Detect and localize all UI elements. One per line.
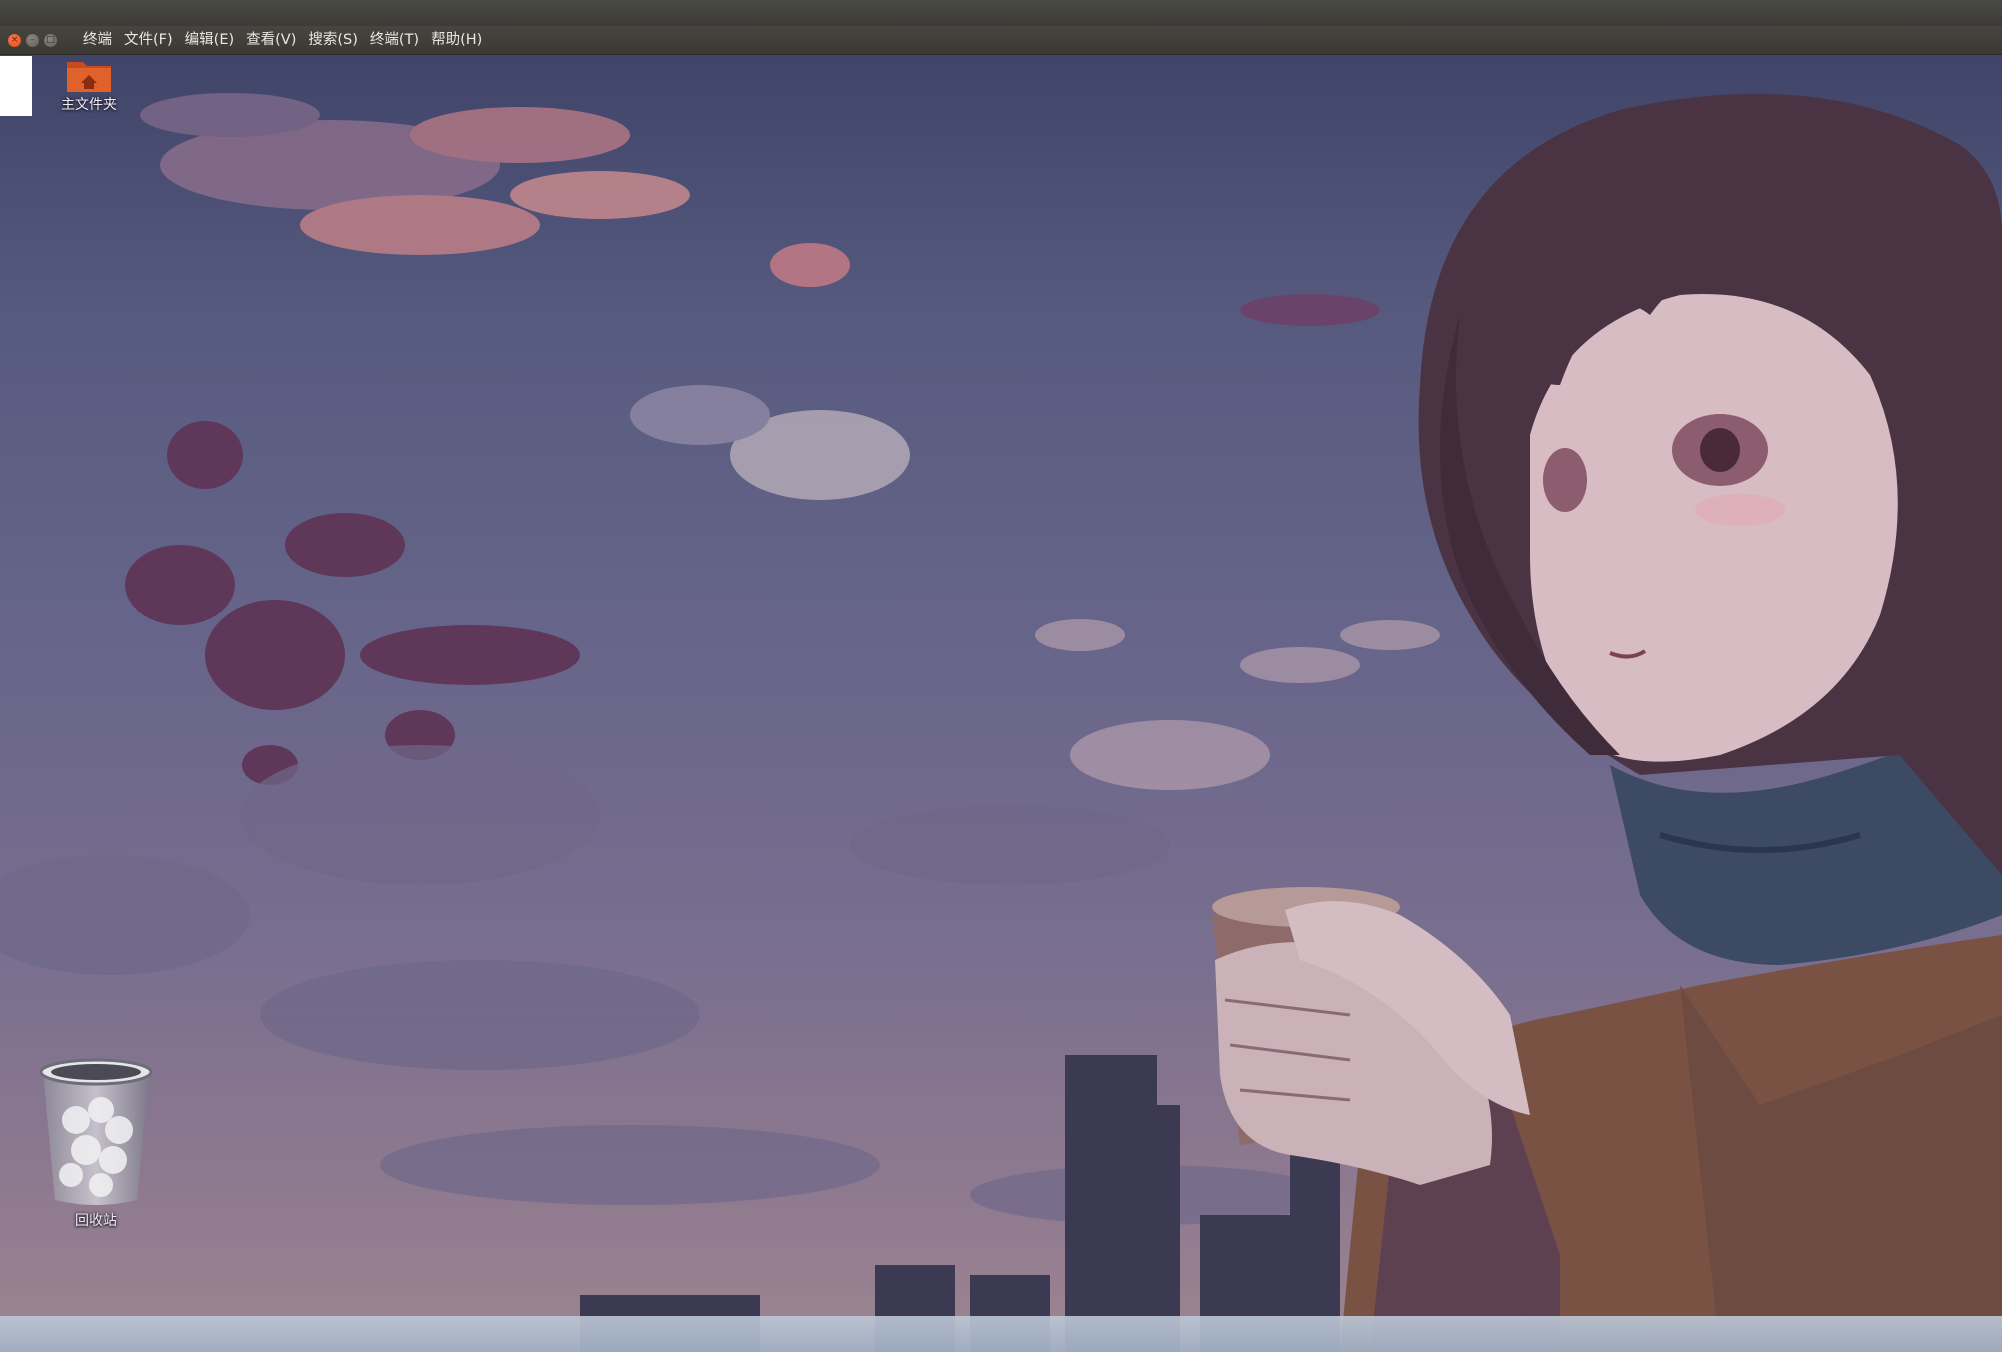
desktop-icon-trash[interactable]: 回收站 bbox=[26, 1050, 166, 1230]
terminal-menubar: × – □ 终端 文件(F) 编辑(E) 查看(V) 搜索(S) 终端(T) 帮… bbox=[0, 26, 2002, 55]
window-controls: × – □ bbox=[8, 33, 57, 47]
menu-list: 终端 文件(F) 编辑(E) 查看(V) 搜索(S) 终端(T) 帮助(H) bbox=[77, 26, 488, 54]
menu-view[interactable]: 查看(V) bbox=[240, 26, 302, 54]
menu-help[interactable]: 帮助(H) bbox=[425, 26, 488, 54]
desktop-icon-home[interactable]: 主文件夹 bbox=[46, 56, 132, 114]
close-window-button[interactable]: × bbox=[8, 33, 21, 47]
menu-edit[interactable]: 编辑(E) bbox=[179, 26, 240, 54]
dock-strip bbox=[0, 1316, 2002, 1352]
terminal-cursor-block bbox=[0, 56, 32, 116]
home-folder-icon bbox=[67, 62, 111, 92]
desktop-icon-trash-label: 回收站 bbox=[75, 1213, 117, 1229]
trash-bin-icon bbox=[39, 1058, 153, 1205]
menu-file[interactable]: 文件(F) bbox=[118, 26, 179, 54]
maximize-window-button[interactable]: □ bbox=[44, 33, 57, 47]
menu-terminal[interactable]: 终端(T) bbox=[364, 26, 425, 54]
wallpaper-illustration bbox=[0, 93, 2002, 1352]
menu-search[interactable]: 搜索(S) bbox=[302, 26, 364, 54]
menu-app-terminal[interactable]: 终端 bbox=[77, 26, 118, 54]
minimize-window-button[interactable]: – bbox=[26, 33, 39, 47]
desktop-icon-home-label: 主文件夹 bbox=[61, 97, 117, 113]
desktop-wallpaper bbox=[0, 55, 2002, 1352]
top-panel bbox=[0, 0, 2002, 26]
